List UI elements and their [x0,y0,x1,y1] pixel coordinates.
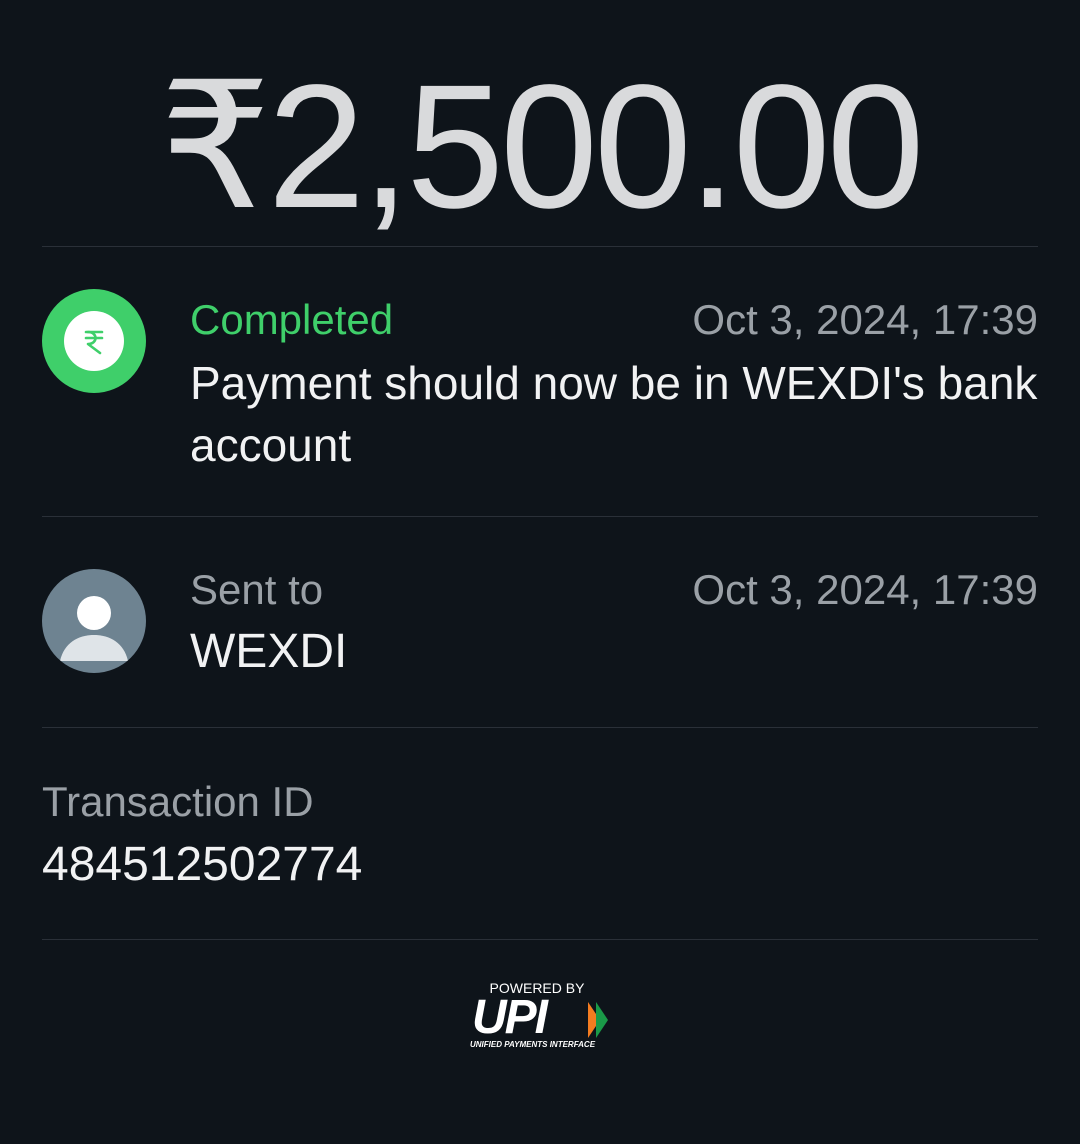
divider [42,939,1038,940]
person-icon [60,596,128,661]
transaction-id-label: Transaction ID [42,778,314,825]
divider [42,246,1038,247]
rupee-icon [84,330,104,355]
upi-arrow-icon [588,1002,608,1038]
avatar [42,569,146,673]
status-message: Payment should now be in WEXDI's bank ac… [190,357,1038,471]
upi-tagline: UNIFIED PAYMENTS INTERFACE [470,1040,596,1049]
divider [42,516,1038,517]
divider [42,727,1038,728]
payment-amount: ₹2,500.00 [159,49,924,245]
upi-wordmark: UPI [472,991,548,1044]
sent-to-label: Sent to [190,566,324,613]
status-date: Oct 3, 2024, 17:39 [692,296,1038,343]
recipient-name: WEXDI [190,625,348,678]
transaction-id-value[interactable]: 484512502774 [42,836,362,894]
upi-logo: POWERED BY UPI UNIFIED PAYMENTS INTERFAC… [466,978,616,1054]
status-icon-badge [42,289,146,393]
sent-date: Oct 3, 2024, 17:39 [692,566,1038,613]
status-label: Completed [190,296,394,343]
